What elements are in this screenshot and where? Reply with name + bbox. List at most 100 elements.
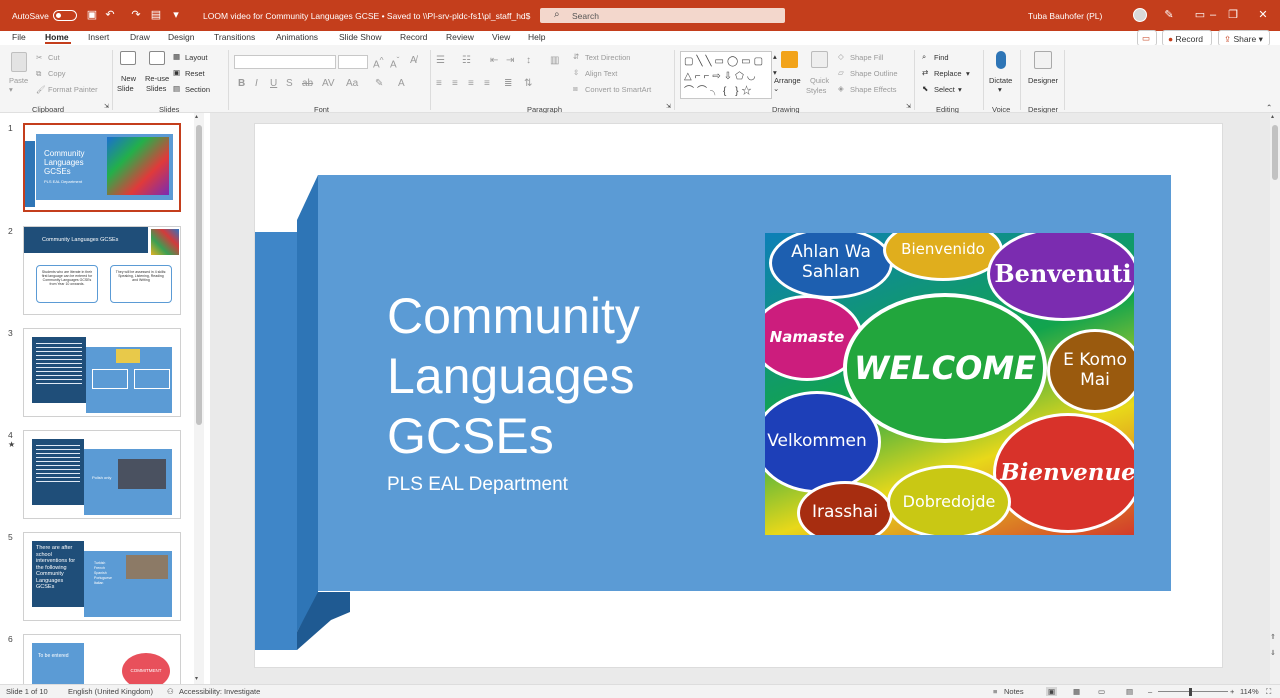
zoom-slider-thumb[interactable] [1189, 688, 1192, 696]
slide-thumbnail-4[interactable]: Polish only [23, 430, 181, 519]
redo-icon[interactable]: ↷ [130, 9, 142, 21]
highlight-icon[interactable]: ✎ [375, 78, 383, 89]
reading-view-icon[interactable]: ▭ [1098, 687, 1105, 696]
cut-icon[interactable]: ✂ [36, 53, 42, 62]
shape-effects-button[interactable]: Shape Effects [850, 85, 897, 94]
slide-sorter-icon[interactable]: ▦ [1073, 687, 1080, 696]
increase-font-icon[interactable]: A^ [373, 55, 384, 70]
arrange-icon[interactable] [781, 51, 798, 68]
autosave-toggle[interactable] [53, 10, 77, 21]
zoom-level[interactable]: 114% [1240, 687, 1259, 696]
strikethrough-icon[interactable]: ab [302, 78, 313, 89]
bullets-icon[interactable]: ☰ [436, 55, 445, 66]
shape-outline-icon[interactable]: ▱ [838, 68, 844, 77]
new-slide-icon[interactable] [120, 51, 136, 65]
character-spacing-icon[interactable]: AV [322, 78, 335, 89]
slide-scrollbar[interactable]: ▴ ⇑ ⇓ [1270, 113, 1280, 684]
text-direction-button[interactable]: Text Direction [585, 53, 630, 62]
distributed-icon[interactable]: ≣ [504, 78, 512, 89]
fit-to-window-icon[interactable]: ⛶ [1266, 687, 1271, 697]
quick-styles-label-1[interactable]: Quick [810, 76, 829, 85]
cut-button[interactable]: Cut [48, 53, 60, 62]
minimize-icon[interactable]: – [1207, 9, 1219, 21]
collapse-ribbon-icon[interactable]: ⌃ [1266, 103, 1272, 112]
quick-styles-icon[interactable] [811, 51, 828, 68]
tab-draw[interactable]: Draw [130, 32, 150, 42]
start-from-beginning-icon[interactable]: ▤ [150, 9, 162, 21]
slide-subtitle[interactable]: PLS EAL Department [387, 474, 568, 496]
reuse-slides-icon[interactable] [149, 51, 165, 65]
zoom-out-icon[interactable]: – [1148, 687, 1152, 696]
align-text-button[interactable]: Align Text [585, 69, 617, 78]
slide-title[interactable]: Community Languages GCSEs [387, 286, 640, 466]
justify-icon[interactable]: ≡ [484, 78, 490, 89]
zoom-slider[interactable] [1158, 691, 1228, 692]
section-icon[interactable]: ▤ [173, 84, 180, 93]
align-right-icon[interactable]: ≡ [468, 78, 474, 89]
columns-icon[interactable]: ▥ [550, 55, 559, 66]
shape-fill-icon[interactable]: ◇ [838, 52, 844, 61]
tab-animations[interactable]: Animations [276, 32, 318, 42]
slide-thumbnail-6[interactable]: To be entered COMMITMENT [23, 634, 181, 684]
share-button[interactable]: ⇪ Share ▾ [1218, 30, 1270, 46]
accessibility-status[interactable]: Accessibility: Investigate [179, 687, 260, 696]
copy-icon[interactable]: ⧉ [36, 69, 41, 79]
align-left-icon[interactable]: ≡ [436, 78, 442, 89]
select-icon[interactable]: ⬉ [922, 84, 928, 93]
font-color-icon[interactable]: A [398, 78, 405, 89]
slide-counter[interactable]: Slide 1 of 10 [6, 687, 48, 696]
layout-button[interactable]: Layout [185, 53, 208, 62]
slide-thumbnail-5[interactable]: There are after school interventions for… [23, 532, 181, 621]
underline-icon[interactable]: U [270, 78, 277, 89]
close-icon[interactable]: ✕ [1257, 9, 1269, 21]
gallery-more-icon[interactable]: ⌄ [773, 84, 779, 93]
shape-fill-button[interactable]: Shape Fill [850, 53, 883, 62]
clipboard-launcher-icon[interactable]: ⇲ [104, 103, 109, 110]
format-painter-icon[interactable]: 🖌 [36, 85, 46, 94]
decrease-indent-icon[interactable]: ⇤ [490, 55, 498, 66]
welcome-image[interactable]: Ahlan Wa Sahlan Bienvenido Benvenuti Nam… [765, 233, 1134, 535]
language-indicator[interactable]: English (United Kingdom) [68, 687, 153, 696]
tab-insert[interactable]: Insert [88, 32, 109, 42]
section-button[interactable]: Section [185, 85, 210, 94]
tab-file[interactable]: File [12, 32, 26, 42]
convert-smartart-button[interactable]: Convert to SmartArt [585, 85, 651, 94]
drawing-launcher-icon[interactable]: ⇲ [906, 103, 911, 110]
font-size-combo[interactable] [338, 55, 368, 69]
record-button[interactable]: ● Record [1162, 30, 1212, 46]
tab-record[interactable]: Record [400, 32, 427, 42]
paste-dropdown-icon[interactable]: ▾ [9, 85, 13, 94]
new-slide-label-1[interactable]: New [121, 74, 136, 83]
clear-formatting-icon[interactable]: A̸ [410, 55, 417, 66]
increase-indent-icon[interactable]: ⇥ [506, 55, 514, 66]
tab-help[interactable]: Help [528, 32, 545, 42]
new-slide-label-2[interactable]: Slide [117, 84, 134, 93]
designer-icon[interactable] [1034, 51, 1052, 69]
tab-view[interactable]: View [492, 32, 510, 42]
paste-icon[interactable] [11, 52, 27, 72]
find-button[interactable]: Find [934, 53, 949, 62]
shape-effects-icon[interactable]: ◈ [838, 84, 844, 93]
decrease-font-icon[interactable]: Aˇ [390, 55, 399, 70]
copy-button[interactable]: Copy [48, 69, 66, 78]
change-case-icon[interactable]: Aa [346, 78, 358, 89]
text-direction-icon[interactable]: ⇵ [573, 52, 579, 61]
zoom-in-icon[interactable]: + [1230, 687, 1234, 696]
shadow-icon[interactable]: S [286, 78, 293, 89]
gallery-up-icon[interactable]: ▴ [773, 52, 777, 61]
italic-icon[interactable]: I [255, 78, 258, 89]
pen-icon[interactable]: ✎ [1163, 9, 1175, 21]
bold-icon[interactable]: B [238, 78, 245, 89]
next-slide-icon[interactable]: ⇓ [1270, 649, 1276, 657]
find-icon[interactable]: ⌕ [922, 52, 926, 62]
slide-scroll-up-icon[interactable]: ▴ [1271, 113, 1274, 120]
reuse-slides-label-2[interactable]: Slides [146, 84, 166, 93]
scroll-up-icon[interactable]: ▴ [195, 113, 198, 120]
customize-toolbar-icon[interactable]: ▾ [170, 9, 182, 21]
tab-slide-show[interactable]: Slide Show [339, 32, 382, 42]
shapes-gallery[interactable]: ▢╲╲▭◯▭▢ △⌐⌐⇨⇩⬠◡ ⌒⌒╮{ }☆ [680, 51, 772, 99]
reset-button[interactable]: Reset [185, 69, 205, 78]
smartart-icon[interactable]: ⧈ [573, 84, 578, 94]
avatar[interactable] [1133, 8, 1147, 22]
tab-design[interactable]: Design [168, 32, 194, 42]
